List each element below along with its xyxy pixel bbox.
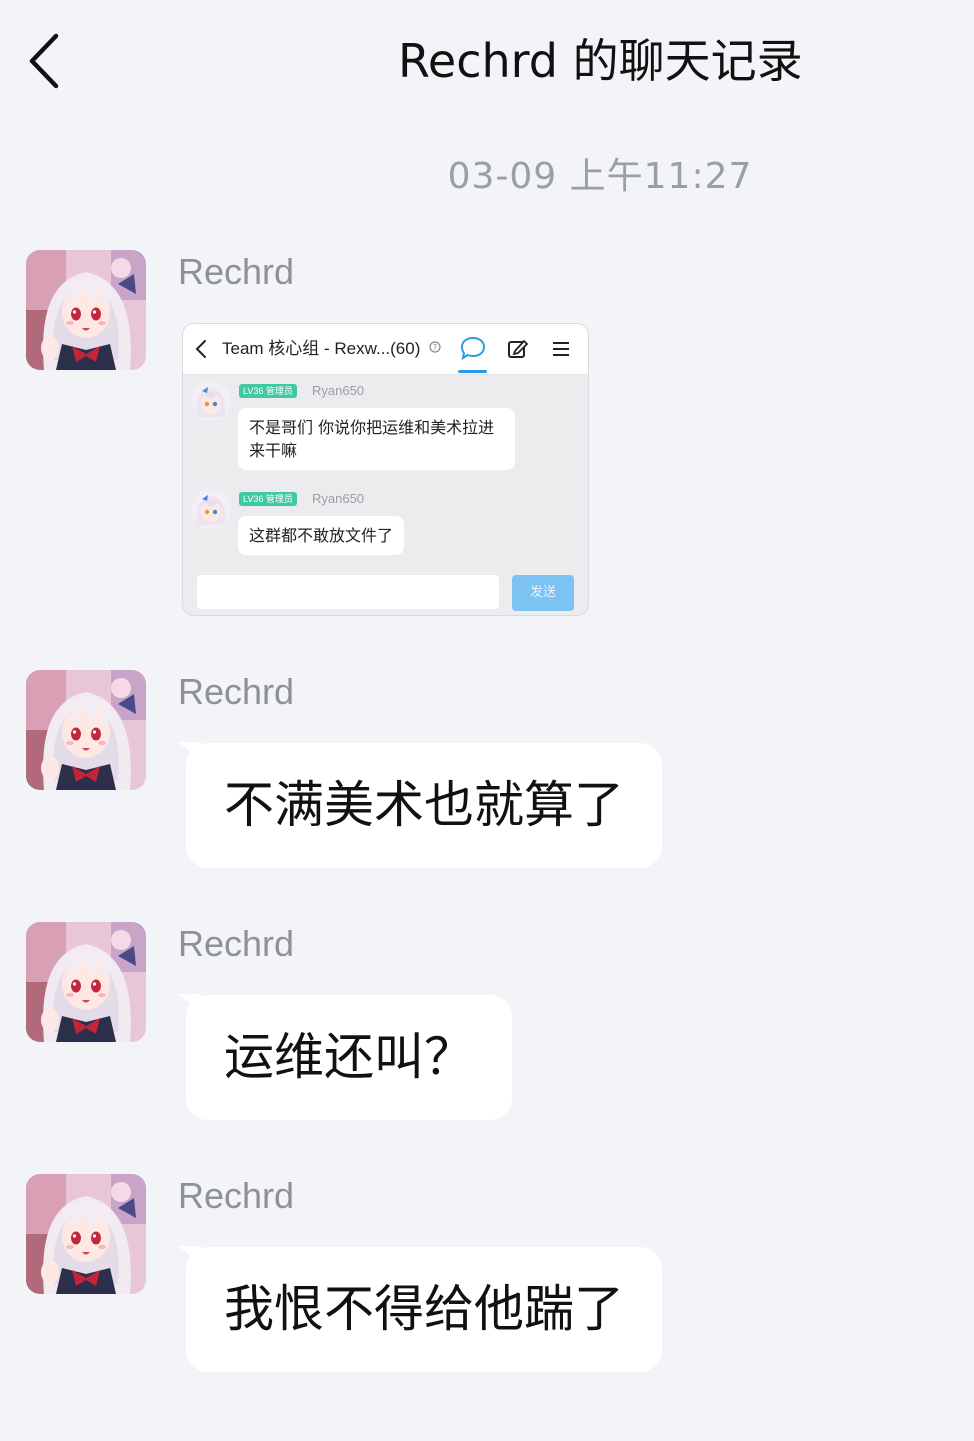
message-input: [197, 575, 499, 609]
member-name: Ryan650: [312, 491, 365, 506]
chevron-left-icon: [29, 33, 59, 89]
avatar: [191, 381, 231, 421]
sender-name: Rechrd: [178, 923, 295, 964]
message-bubble[interactable]: 运维还叫？: [186, 995, 512, 1120]
chat-bubble-icon: [460, 336, 486, 360]
help-icon: ?: [429, 341, 441, 353]
chevron-left-icon: [195, 340, 206, 358]
message-bubble[interactable]: 不满美术也就算了: [186, 743, 662, 868]
sender-name: Rechrd: [178, 251, 295, 292]
screenshot-group-title: Team 核心组 - Rexw...(60): [222, 339, 421, 358]
admin-badge: LV36 管理员: [239, 492, 297, 506]
role-label: 管理员: [265, 386, 293, 396]
screenshot-image[interactable]: Team 核心组 - Rexw...(60) ? LV36 管理员 Ryan65…: [182, 323, 589, 616]
svg-text:?: ?: [433, 343, 437, 352]
avatar[interactable]: [26, 250, 146, 370]
back-button[interactable]: [22, 30, 72, 92]
avatar[interactable]: [26, 922, 146, 1042]
message-timestamp: 03-09 上午11:27: [447, 156, 753, 197]
message-bubble[interactable]: 我恨不得给他踹了: [186, 1247, 662, 1372]
mini-message-bubble: 不是哥们 你说你把运维和美术拉进来干嘛: [238, 408, 515, 470]
admin-badge: LV36 管理员: [239, 384, 297, 398]
screenshot-header: Team 核心组 - Rexw...(60) ?: [183, 324, 588, 375]
role-label: 管理员: [265, 494, 293, 504]
send-button: 发送: [512, 575, 574, 611]
sender-name: Rechrd: [178, 671, 295, 712]
avatar[interactable]: [26, 670, 146, 790]
page-title: Rechrd 的聊天记录: [398, 34, 803, 88]
avatar[interactable]: [26, 1174, 146, 1294]
member-name: Ryan650: [312, 383, 365, 398]
tab-indicator: [458, 370, 487, 373]
nav-bar: Rechrd 的聊天记录: [0, 0, 974, 120]
avatar: [191, 489, 231, 529]
edit-icon: [508, 339, 529, 358]
level-label: LV36: [243, 494, 264, 504]
sender-name: Rechrd: [178, 1175, 295, 1216]
mini-message-bubble: 这群都不敢放文件了: [238, 516, 405, 555]
menu-icon: [553, 342, 569, 356]
level-label: LV36: [243, 386, 264, 396]
